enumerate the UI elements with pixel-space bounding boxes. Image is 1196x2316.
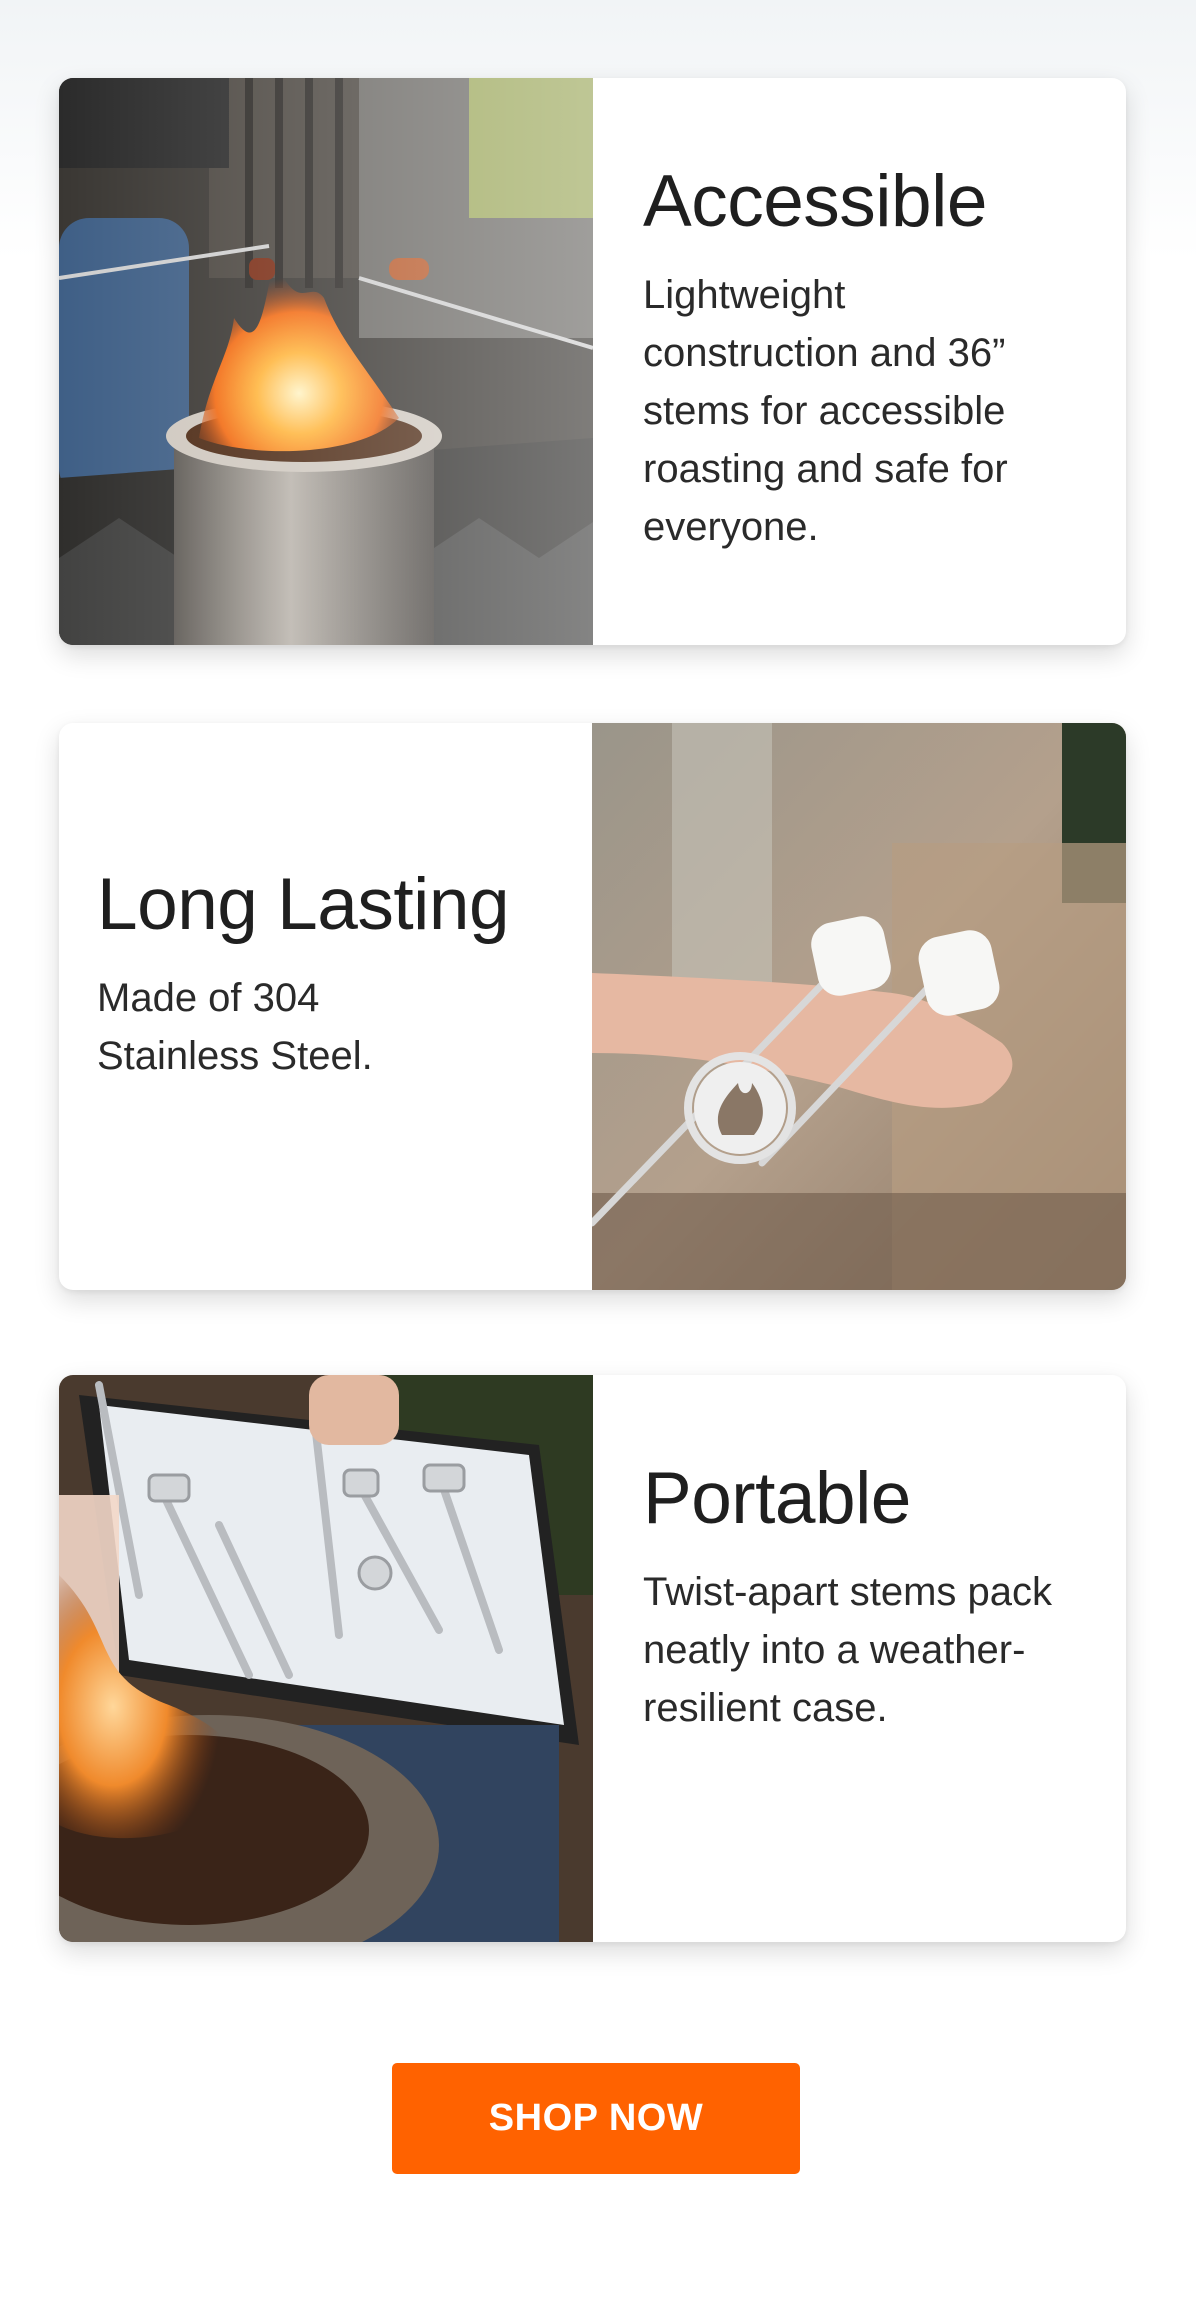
feature-text: Portable Twist-apart stems pack neatly i… <box>593 1375 1126 1942</box>
feature-card-portable: Portable Twist-apart stems pack neatly i… <box>59 1375 1126 1942</box>
feature-card-long-lasting: Long Lasting Made of 304 Stainless Steel… <box>59 723 1126 1290</box>
feature-description: Lightweight construction and 36” stems f… <box>643 273 1008 549</box>
feature-description: Made of 304 Stainless Steel. <box>97 976 373 1078</box>
roasting-sticks-case-photo <box>59 1375 593 1942</box>
feature-text: Long Lasting Made of 304 Stainless Steel… <box>59 723 592 1290</box>
feature-text: Accessible Lightweight construction and … <box>593 78 1126 645</box>
shop-now-button[interactable]: SHOP NOW <box>392 2063 800 2174</box>
feature-title: Accessible <box>643 161 987 242</box>
marshmallow-sticks-photo <box>592 723 1126 1290</box>
feature-description: Twist-apart stems pack neatly into a wea… <box>643 1570 1053 1730</box>
feature-title: Long Lasting <box>97 864 510 945</box>
feature-card-accessible: Accessible Lightweight construction and … <box>59 78 1126 645</box>
fire-pit-roasting-photo <box>59 78 593 645</box>
feature-title: Portable <box>643 1458 911 1539</box>
